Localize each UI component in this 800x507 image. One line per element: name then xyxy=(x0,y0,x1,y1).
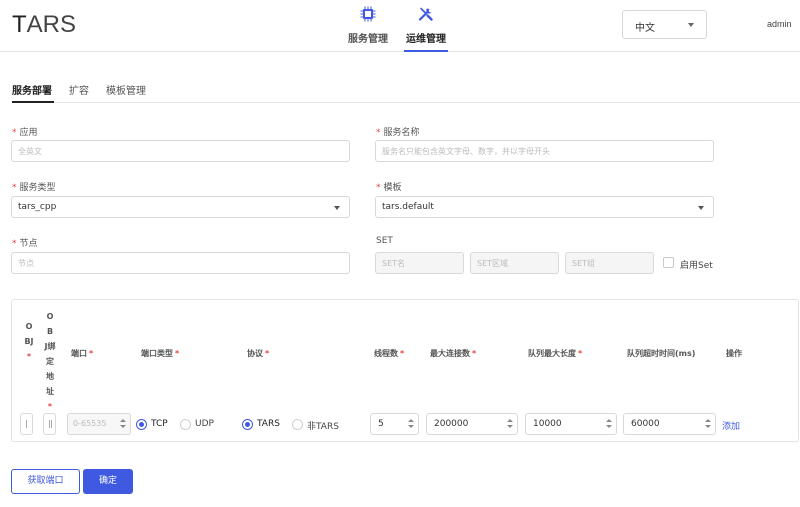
language-select[interactable]: 中文 xyxy=(622,10,707,39)
caret-down-icon xyxy=(698,206,704,210)
set-label: SET xyxy=(376,236,393,246)
chevron-down-icon xyxy=(688,23,694,27)
enable-set-label[interactable]: 启用Set xyxy=(680,258,713,271)
user-name[interactable]: admin xyxy=(767,19,792,29)
th-action: 操作 xyxy=(726,349,742,358)
nav-label: 服务管理 xyxy=(348,34,388,45)
top-header: TARS 服务管理 运维管理 中文 admin xyxy=(0,0,800,52)
stepper-icon[interactable] xyxy=(704,418,711,430)
set-name-input[interactable]: SET名 xyxy=(375,252,464,274)
node-input[interactable]: 节点 xyxy=(11,252,350,274)
stepper-icon[interactable] xyxy=(407,418,414,430)
add-port-link[interactable]: 添加 xyxy=(722,419,740,432)
app-input[interactable]: 全英文 xyxy=(11,140,350,162)
max-conn-input[interactable]: 200000 xyxy=(426,413,518,435)
protocol-tars-radio[interactable] xyxy=(242,419,253,430)
threads-input[interactable]: 5 xyxy=(370,413,419,435)
protocol-non-tars-label[interactable]: 非TARS xyxy=(307,419,339,432)
port-type-udp-label[interactable]: UDP xyxy=(195,419,214,429)
th-protocol: 协议 * xyxy=(247,349,270,358)
app-label: * 应用 xyxy=(12,128,38,138)
port-type-tcp-radio[interactable] xyxy=(136,419,147,430)
server-type-label: * 服务类型 xyxy=(12,183,56,193)
set-group-input[interactable]: SET组 xyxy=(565,252,654,274)
th-queue-timeout: 队列超时时间(ms) xyxy=(627,349,696,358)
server-name-label: * 服务名称 xyxy=(376,128,420,138)
tab-service-deploy[interactable]: 服务部署 xyxy=(12,82,52,97)
th-max-conn: 最大连接数 * xyxy=(430,349,477,358)
active-tab-indicator xyxy=(12,101,54,103)
template-label: * 模板 xyxy=(376,183,402,193)
queue-timeout-input[interactable]: 60000 xyxy=(623,413,716,435)
tab-template-management[interactable]: 模板管理 xyxy=(106,82,146,97)
enable-set-checkbox[interactable] xyxy=(663,257,674,268)
stepper-icon[interactable] xyxy=(506,418,513,430)
th-port: 端口 * xyxy=(71,349,94,358)
tars-logo[interactable]: TARS xyxy=(12,11,76,39)
caret-down-icon xyxy=(334,206,340,210)
node-label: * 节点 xyxy=(12,239,38,249)
nav-ops-management[interactable]: 运维管理 xyxy=(404,6,448,52)
protocol-non-tars-radio[interactable] xyxy=(292,419,303,430)
chip-icon xyxy=(360,6,376,22)
stepper-icon[interactable] xyxy=(119,418,126,430)
server-name-input[interactable]: 服务名只能包含英文字母、数字，并以字母开头 xyxy=(375,140,714,162)
th-obj: O BJ * xyxy=(24,322,34,361)
obj-input[interactable] xyxy=(20,413,33,435)
tabs-divider xyxy=(12,102,800,103)
get-port-button[interactable]: 获取端口 xyxy=(11,469,80,494)
obj-bind-input[interactable] xyxy=(43,413,56,435)
confirm-button[interactable]: 确定 xyxy=(83,469,133,494)
port-type-tcp-label[interactable]: TCP xyxy=(151,419,168,429)
server-type-select[interactable]: tars_cpp xyxy=(11,196,350,218)
port-type-udp-radio[interactable] xyxy=(180,419,191,430)
nav-label: 运维管理 xyxy=(406,34,446,45)
th-obj-bind: OB J绑定地址 * xyxy=(44,312,56,411)
port-table: O BJ * OB J绑定地址 * 端口 * 端口类型 * 协议 * 线程数 * 最大连接数 * … xyxy=(11,299,799,442)
queue-max-input[interactable]: 10000 xyxy=(525,413,617,435)
language-value: 中文 xyxy=(635,23,655,34)
protocol-tars-label[interactable]: TARS xyxy=(257,419,280,429)
set-area-input[interactable]: SET区域 xyxy=(470,252,559,274)
th-threads: 线程数 * xyxy=(374,349,405,358)
template-select[interactable]: tars.default xyxy=(375,196,714,218)
wrench-screwdriver-icon xyxy=(418,7,433,21)
th-port-type: 端口类型 * xyxy=(141,349,180,358)
port-input[interactable]: 0-65535 xyxy=(67,413,131,435)
tab-expand[interactable]: 扩容 xyxy=(69,82,89,97)
nav-service-management[interactable]: 服务管理 xyxy=(346,6,390,52)
stepper-icon[interactable] xyxy=(605,418,612,430)
th-queue-max: 队列最大长度 * xyxy=(528,349,583,358)
